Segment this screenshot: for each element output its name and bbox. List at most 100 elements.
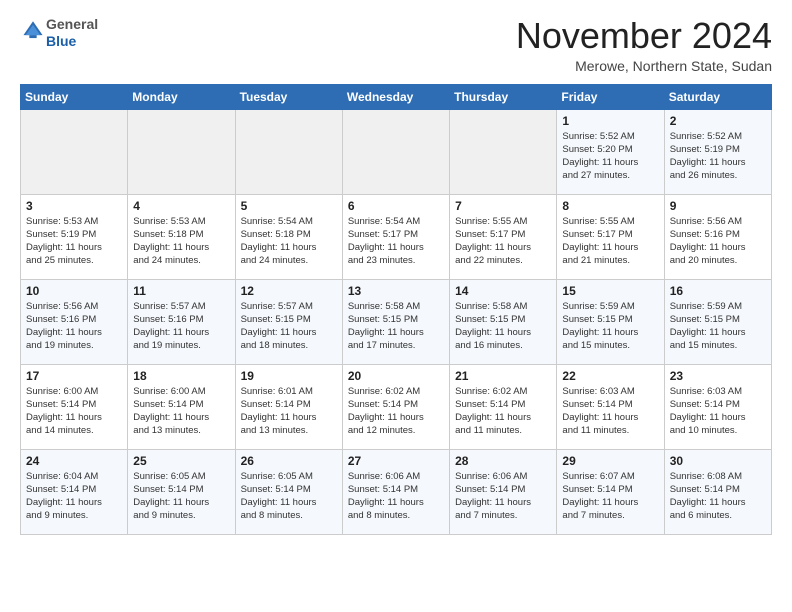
day-info: Sunrise: 6:01 AM Sunset: 5:14 PM Dayligh… (241, 385, 337, 438)
day-number: 14 (455, 284, 551, 298)
day-info: Sunrise: 6:07 AM Sunset: 5:14 PM Dayligh… (562, 470, 658, 523)
weekday-header-monday: Monday (128, 84, 235, 109)
day-number: 28 (455, 454, 551, 468)
calendar-cell (342, 109, 449, 194)
day-info: Sunrise: 6:02 AM Sunset: 5:14 PM Dayligh… (348, 385, 444, 438)
calendar-cell: 6 Sunrise: 5:54 AM Sunset: 5:17 PM Daylig… (342, 194, 449, 279)
calendar-cell: 21 Sunrise: 6:02 AM Sunset: 5:14 PM Dayli… (450, 364, 557, 449)
day-number: 30 (670, 454, 766, 468)
calendar-week-5: 24 Sunrise: 6:04 AM Sunset: 5:14 PM Dayli… (21, 449, 772, 534)
day-info: Sunrise: 5:55 AM Sunset: 5:17 PM Dayligh… (455, 215, 551, 268)
calendar-cell: 16 Sunrise: 5:59 AM Sunset: 5:15 PM Dayli… (664, 279, 771, 364)
day-info: Sunrise: 5:58 AM Sunset: 5:15 PM Dayligh… (348, 300, 444, 353)
day-number: 25 (133, 454, 229, 468)
calendar-cell: 28Sunrise: 6:06 AM Sunset: 5:14 PM Dayli… (450, 449, 557, 534)
page: General Blue November 2024 Merowe, North… (0, 0, 792, 545)
weekday-header-wednesday: Wednesday (342, 84, 449, 109)
day-number: 22 (562, 369, 658, 383)
day-number: 5 (241, 199, 337, 213)
day-info: Sunrise: 5:56 AM Sunset: 5:16 PM Dayligh… (26, 300, 122, 353)
day-info: Sunrise: 6:03 AM Sunset: 5:14 PM Dayligh… (562, 385, 658, 438)
calendar-cell: 18 Sunrise: 6:00 AM Sunset: 5:14 PM Dayli… (128, 364, 235, 449)
day-info: Sunrise: 5:59 AM Sunset: 5:15 PM Dayligh… (670, 300, 766, 353)
day-number: 24 (26, 454, 122, 468)
header: General Blue November 2024 Merowe, North… (20, 16, 772, 74)
calendar-week-2: 3Sunrise: 5:53 AM Sunset: 5:19 PM Daylig… (21, 194, 772, 279)
calendar-cell: 23Sunrise: 6:03 AM Sunset: 5:14 PM Dayli… (664, 364, 771, 449)
title-block: November 2024 Merowe, Northern State, Su… (516, 16, 772, 74)
weekday-header-saturday: Saturday (664, 84, 771, 109)
day-info: Sunrise: 5:56 AM Sunset: 5:16 PM Dayligh… (670, 215, 766, 268)
day-number: 4 (133, 199, 229, 213)
calendar-cell: 8Sunrise: 5:55 AM Sunset: 5:17 PM Daylig… (557, 194, 664, 279)
logo-blue: Blue (46, 33, 76, 49)
day-info: Sunrise: 5:59 AM Sunset: 5:15 PM Dayligh… (562, 300, 658, 353)
day-number: 8 (562, 199, 658, 213)
day-number: 13 (348, 284, 444, 298)
month-title: November 2024 (516, 16, 772, 56)
calendar-cell: 1 Sunrise: 5:52 AM Sunset: 5:20 PM Daylig… (557, 109, 664, 194)
calendar-cell: 27 Sunrise: 6:06 AM Sunset: 5:14 PM Dayli… (342, 449, 449, 534)
day-info: Sunrise: 5:52 AM Sunset: 5:19 PM Dayligh… (670, 130, 766, 183)
calendar-week-1: 1 Sunrise: 5:52 AM Sunset: 5:20 PM Daylig… (21, 109, 772, 194)
calendar-cell (21, 109, 128, 194)
day-number: 2 (670, 114, 766, 128)
weekday-header-sunday: Sunday (21, 84, 128, 109)
day-number: 1 (562, 114, 658, 128)
day-number: 18 (133, 369, 229, 383)
day-info: Sunrise: 5:58 AM Sunset: 5:15 PM Dayligh… (455, 300, 551, 353)
logo-general: General (46, 16, 98, 32)
calendar-cell: 19Sunrise: 6:01 AM Sunset: 5:14 PM Dayli… (235, 364, 342, 449)
calendar-cell: 11Sunrise: 5:57 AM Sunset: 5:16 PM Dayli… (128, 279, 235, 364)
calendar-cell: 12 Sunrise: 5:57 AM Sunset: 5:15 PM Dayli… (235, 279, 342, 364)
day-info: Sunrise: 6:05 AM Sunset: 5:14 PM Dayligh… (241, 470, 337, 523)
calendar: SundayMondayTuesdayWednesdayThursdayFrid… (20, 84, 772, 535)
calendar-cell: 10 Sunrise: 5:56 AM Sunset: 5:16 PM Dayli… (21, 279, 128, 364)
day-number: 27 (348, 454, 444, 468)
day-info: Sunrise: 6:04 AM Sunset: 5:14 PM Dayligh… (26, 470, 122, 523)
day-number: 26 (241, 454, 337, 468)
calendar-cell: 30 Sunrise: 6:08 AM Sunset: 5:14 PM Dayli… (664, 449, 771, 534)
calendar-cell: 25 Sunrise: 6:05 AM Sunset: 5:14 PM Dayli… (128, 449, 235, 534)
calendar-cell: 5 Sunrise: 5:54 AM Sunset: 5:18 PM Daylig… (235, 194, 342, 279)
day-info: Sunrise: 6:05 AM Sunset: 5:14 PM Dayligh… (133, 470, 229, 523)
calendar-cell: 29Sunrise: 6:07 AM Sunset: 5:14 PM Dayli… (557, 449, 664, 534)
day-number: 9 (670, 199, 766, 213)
day-number: 20 (348, 369, 444, 383)
day-info: Sunrise: 6:06 AM Sunset: 5:14 PM Dayligh… (348, 470, 444, 523)
day-number: 12 (241, 284, 337, 298)
day-info: Sunrise: 6:08 AM Sunset: 5:14 PM Dayligh… (670, 470, 766, 523)
day-number: 21 (455, 369, 551, 383)
day-info: Sunrise: 6:02 AM Sunset: 5:14 PM Dayligh… (455, 385, 551, 438)
day-info: Sunrise: 6:00 AM Sunset: 5:14 PM Dayligh… (133, 385, 229, 438)
calendar-cell: 4Sunrise: 5:53 AM Sunset: 5:18 PM Daylig… (128, 194, 235, 279)
day-number: 16 (670, 284, 766, 298)
day-number: 10 (26, 284, 122, 298)
calendar-cell: 15 Sunrise: 5:59 AM Sunset: 5:15 PM Dayli… (557, 279, 664, 364)
weekday-header-thursday: Thursday (450, 84, 557, 109)
location: Merowe, Northern State, Sudan (516, 58, 772, 74)
logo: General Blue (20, 16, 98, 50)
calendar-cell: 17 Sunrise: 6:00 AM Sunset: 5:14 PM Dayli… (21, 364, 128, 449)
day-info: Sunrise: 5:54 AM Sunset: 5:17 PM Dayligh… (348, 215, 444, 268)
day-info: Sunrise: 5:54 AM Sunset: 5:18 PM Dayligh… (241, 215, 337, 268)
calendar-cell: 3Sunrise: 5:53 AM Sunset: 5:19 PM Daylig… (21, 194, 128, 279)
day-info: Sunrise: 5:52 AM Sunset: 5:20 PM Dayligh… (562, 130, 658, 183)
day-info: Sunrise: 5:57 AM Sunset: 5:15 PM Dayligh… (241, 300, 337, 353)
calendar-cell: 2 Sunrise: 5:52 AM Sunset: 5:19 PM Daylig… (664, 109, 771, 194)
calendar-cell: 24 Sunrise: 6:04 AM Sunset: 5:14 PM Dayli… (21, 449, 128, 534)
calendar-cell (450, 109, 557, 194)
calendar-cell: 22 Sunrise: 6:03 AM Sunset: 5:14 PM Dayli… (557, 364, 664, 449)
day-number: 6 (348, 199, 444, 213)
day-number: 17 (26, 369, 122, 383)
calendar-week-3: 10 Sunrise: 5:56 AM Sunset: 5:16 PM Dayli… (21, 279, 772, 364)
day-info: Sunrise: 6:00 AM Sunset: 5:14 PM Dayligh… (26, 385, 122, 438)
calendar-cell (128, 109, 235, 194)
day-number: 15 (562, 284, 658, 298)
calendar-header: SundayMondayTuesdayWednesdayThursdayFrid… (21, 84, 772, 109)
day-number: 7 (455, 199, 551, 213)
day-number: 11 (133, 284, 229, 298)
logo-text: General Blue (46, 16, 98, 50)
calendar-cell (235, 109, 342, 194)
day-number: 3 (26, 199, 122, 213)
